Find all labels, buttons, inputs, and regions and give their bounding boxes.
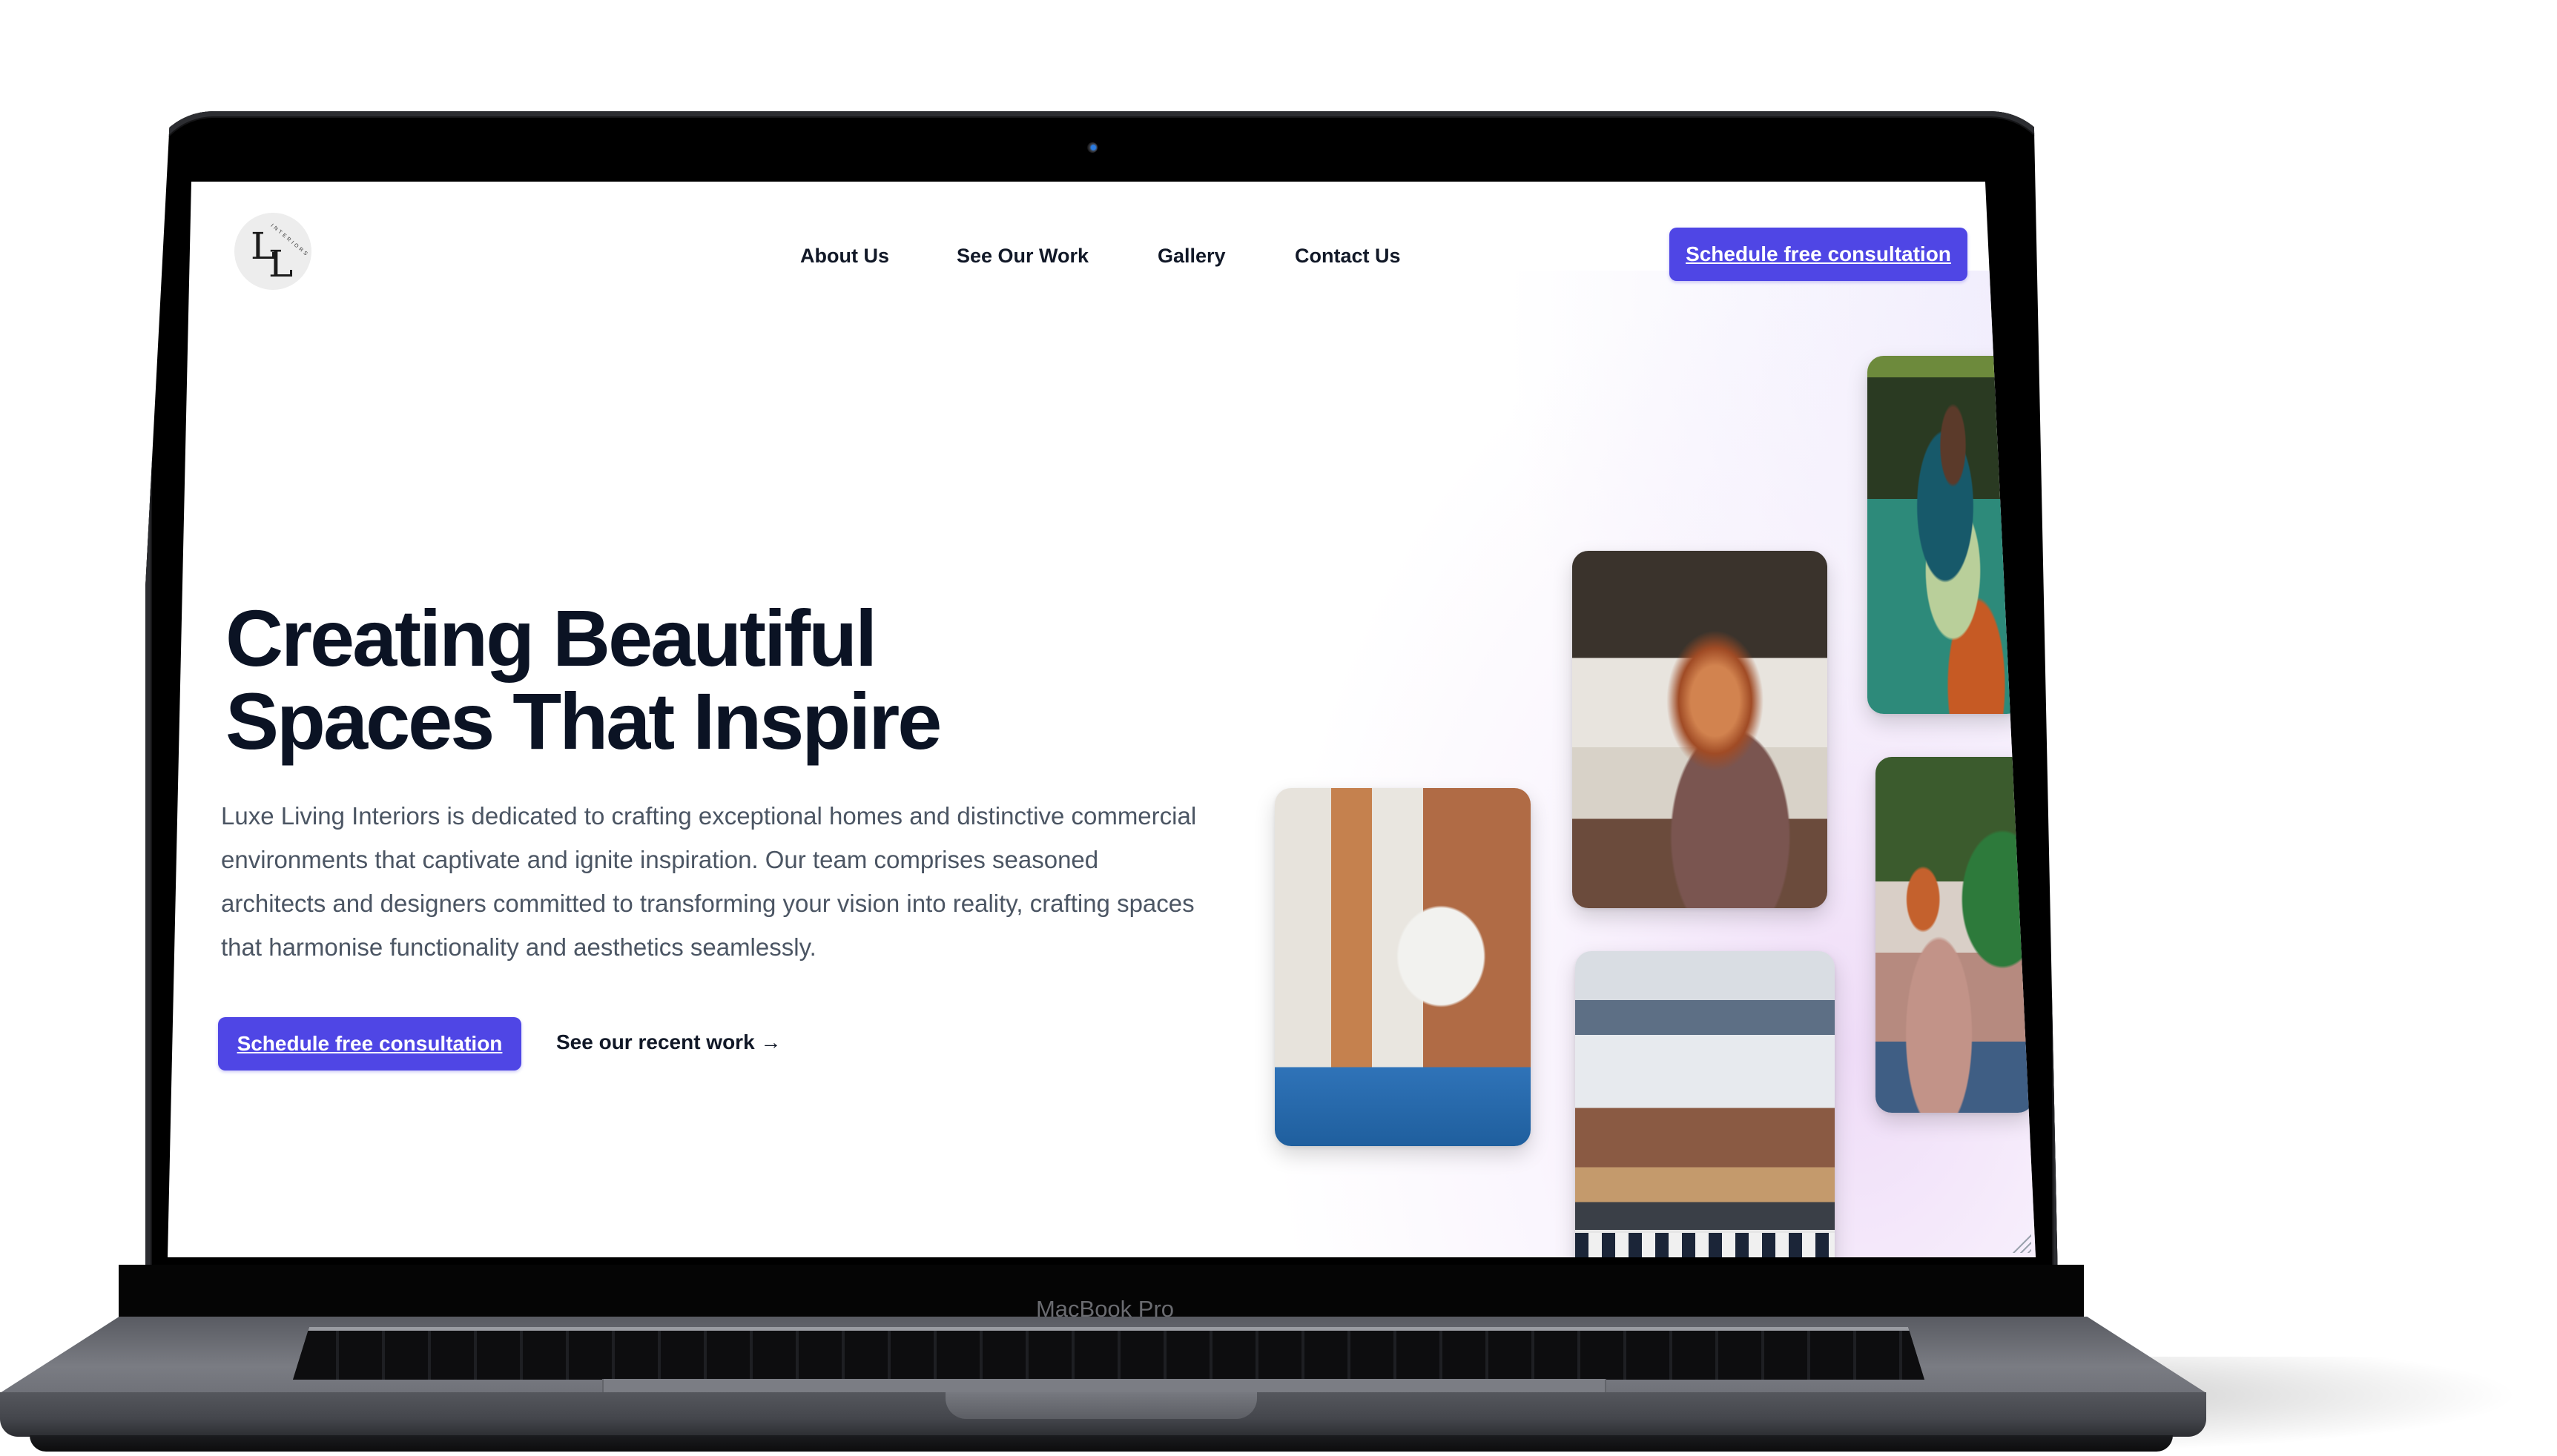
nav-contact-us[interactable]: Contact Us — [1295, 245, 1401, 268]
laptop-base — [0, 1317, 2206, 1455]
woman-with-laptop-photo — [1572, 551, 1827, 908]
nav-see-our-work[interactable]: See Our Work — [957, 245, 1089, 268]
hero-schedule-consultation-button[interactable]: Schedule free consultation — [218, 1017, 521, 1071]
laptop-screen: L L INTERIORS About Us See Our Work Gall… — [168, 182, 2036, 1257]
women-chatting-lounge-photo — [1875, 757, 2034, 1113]
team-whiteboard-meeting-photo — [1275, 788, 1531, 1146]
hero-description: Luxe Living Interiors is dedicated to cr… — [221, 802, 1197, 961]
logo-letter-second: L — [268, 242, 294, 285]
keyboard — [293, 1327, 1924, 1380]
nav-gallery[interactable]: Gallery — [1158, 245, 1226, 268]
see-recent-work-link[interactable]: See our recent work → — [556, 1030, 781, 1054]
header-schedule-consultation-button[interactable]: Schedule free consultation — [1669, 228, 1967, 281]
webcam-icon — [1087, 142, 1098, 153]
hero-headline-line-2: Spaces That Inspire — [225, 676, 942, 766]
laptop-underside — [30, 1435, 2173, 1452]
open-plan-office-photo — [1575, 951, 1835, 1257]
lid-opening-notch — [946, 1392, 1257, 1419]
hero-headline: Creating Beautiful Spaces That Inspire — [225, 597, 942, 766]
nav-about-us[interactable]: About Us — [800, 245, 889, 268]
hero-headline-line-1: Creating Beautiful — [225, 593, 877, 683]
brand-logo[interactable]: L L INTERIORS — [234, 213, 311, 290]
